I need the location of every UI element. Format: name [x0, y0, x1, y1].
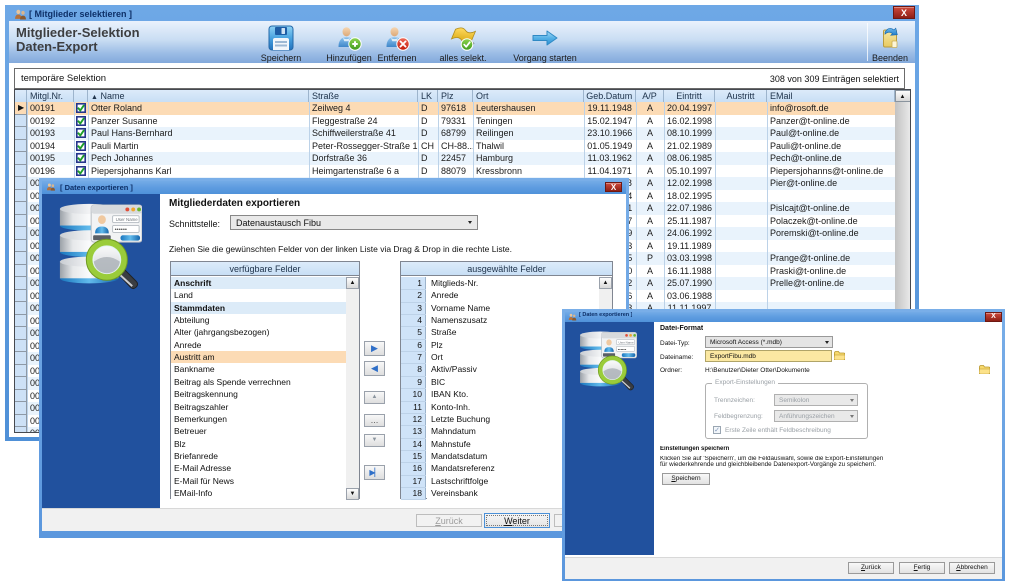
- svg-text:User Name: User Name: [116, 217, 139, 222]
- svg-text:••••••: ••••••: [115, 227, 127, 233]
- svg-text:User Name: User Name: [618, 340, 634, 344]
- svg-text:••••••: ••••••: [618, 346, 627, 351]
